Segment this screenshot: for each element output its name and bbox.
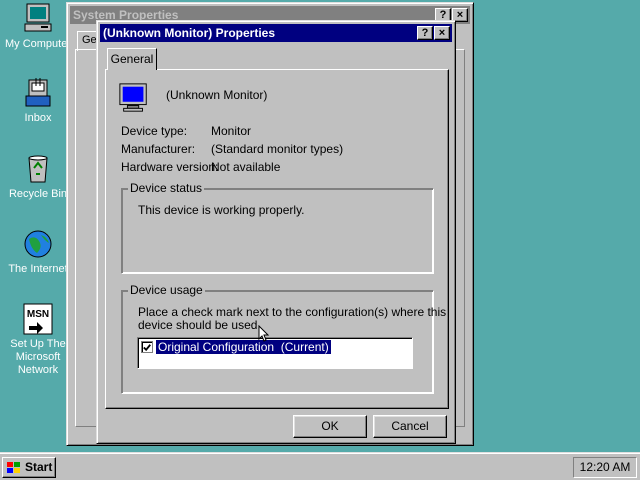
device-usage-label: Device usage bbox=[128, 283, 205, 297]
start-label: Start bbox=[25, 460, 53, 474]
system-tray-clock[interactable]: 12:20 AM bbox=[573, 457, 637, 478]
cancel-button[interactable]: Cancel bbox=[373, 415, 447, 438]
desktop-icon-label: Recycle Bin bbox=[8, 188, 68, 200]
tab-label: Ge bbox=[82, 34, 97, 46]
desktop-icon-the-internet[interactable]: The Internet bbox=[0, 227, 76, 276]
desktop-icon-label: Inbox bbox=[24, 112, 52, 124]
tab-panel-general: (Unknown Monitor) Device type: Monitor M… bbox=[105, 69, 449, 409]
windows-logo-icon bbox=[7, 462, 20, 473]
close-button[interactable]: × bbox=[434, 26, 450, 40]
configuration-list[interactable]: Original Configuration (Current) bbox=[137, 337, 413, 369]
device-usage-group: Device usage Place a check mark next to … bbox=[121, 283, 446, 394]
clock: 12:20 AM bbox=[579, 460, 631, 474]
desktop-icon-recycle-bin[interactable]: Recycle Bin bbox=[0, 152, 76, 201]
taskbar: Start 12:20 AM bbox=[0, 452, 640, 480]
configuration-checkbox[interactable] bbox=[141, 341, 153, 353]
dialog-titlebar[interactable]: (Unknown Monitor) Properties ? × bbox=[100, 24, 452, 42]
tab-general[interactable]: General bbox=[107, 48, 157, 70]
monitor-properties-dialog[interactable]: (Unknown Monitor) Properties ? × General… bbox=[96, 20, 456, 444]
internet-icon bbox=[24, 230, 52, 258]
device-status-group: Device status This device is working pro… bbox=[121, 181, 434, 274]
svg-text:MSN: MSN bbox=[27, 309, 49, 320]
manufacturer-label: Manufacturer: bbox=[121, 142, 196, 156]
device-type-value: Monitor bbox=[211, 124, 252, 138]
desktop-icon-label: My Computer bbox=[4, 38, 72, 50]
manufacturer-value: (Standard monitor types) bbox=[211, 142, 344, 156]
desktop-icon-inbox[interactable]: Inbox bbox=[0, 76, 76, 125]
recycle-bin-icon bbox=[28, 155, 48, 183]
desktop-icon-label: The Internet bbox=[8, 263, 68, 275]
desktop-icon-label: Set Up The Microsoft Network bbox=[10, 338, 66, 376]
dialog-title: (Unknown Monitor) Properties bbox=[103, 26, 275, 40]
inbox-icon bbox=[25, 78, 51, 107]
device-usage-text-line1: Place a check mark next to the configura… bbox=[138, 305, 447, 319]
device-status-text: This device is working properly. bbox=[138, 203, 305, 217]
msn-setup-icon: MSN bbox=[23, 303, 53, 335]
tab-label: General bbox=[110, 52, 154, 66]
desktop-icon-my-computer[interactable]: My Computer bbox=[0, 2, 76, 51]
mouse-pointer-icon bbox=[258, 325, 270, 342]
device-usage-text-line2: device should be used. bbox=[138, 318, 261, 332]
device-status-label: Device status bbox=[128, 181, 205, 195]
checkmark-icon bbox=[143, 344, 151, 352]
device-name: (Unknown Monitor) bbox=[166, 88, 268, 102]
my-computer-icon bbox=[24, 3, 52, 32]
help-button[interactable]: ? bbox=[417, 26, 433, 40]
monitor-icon bbox=[119, 83, 147, 112]
hardware-version-value: Not available bbox=[211, 160, 281, 174]
start-button[interactable]: Start bbox=[2, 457, 56, 478]
hardware-version-label: Hardware version: bbox=[121, 160, 219, 174]
configuration-item-label: Original Configuration (Current) bbox=[155, 339, 332, 355]
desktop-icon-msn-setup[interactable]: MSN Set Up The Microsoft Network bbox=[0, 302, 76, 377]
device-type-label: Device type: bbox=[121, 124, 188, 138]
configuration-item[interactable]: Original Configuration (Current) bbox=[141, 339, 332, 355]
ok-button[interactable]: OK bbox=[293, 415, 367, 438]
